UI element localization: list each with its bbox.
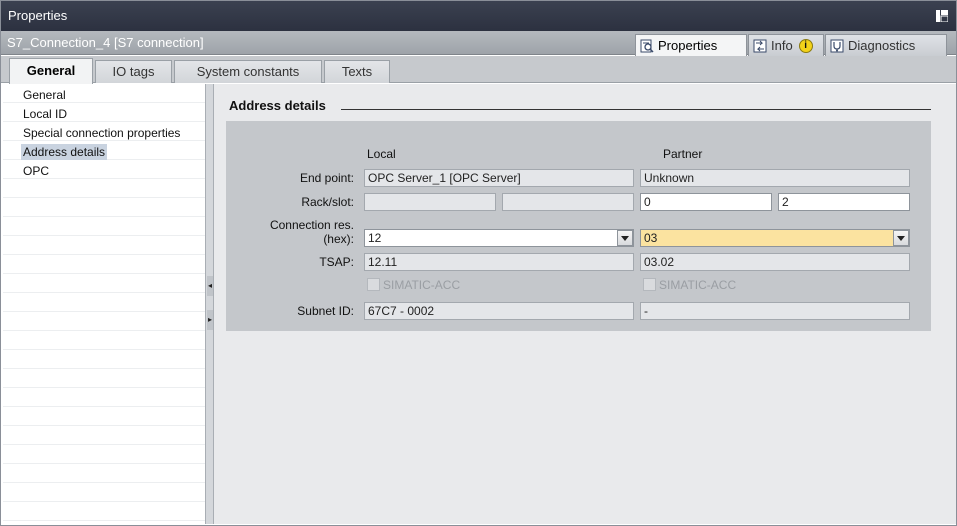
nav-item-special-connection-properties[interactable]: Special connection properties [21,125,182,141]
properties-window: Properties S7_Connection_4 [S7 connectio… [0,0,957,526]
nav-item-address-details[interactable]: Address details [21,144,108,160]
rack-local-field [364,193,496,211]
tab-diagnostics[interactable]: Diagnostics [825,34,947,56]
connection-res-partner-value: 03 [644,231,658,245]
nav-item-opc[interactable]: OPC [21,163,51,179]
end-point-local-field: OPC Server_1 [OPC Server] [364,169,634,187]
tab-general[interactable]: General [9,58,93,84]
subnet-id-label: Subnet ID: [297,304,354,318]
subnet-id-partner-field: - [640,302,910,320]
collapse-left-arrow-icon[interactable]: ◂ [207,276,213,296]
area-navigation: General Local ID Special connection prop… [3,84,205,524]
simatic-acc-partner-label: SIMATIC-ACC [659,278,737,292]
rack-partner-input[interactable]: 0 [640,193,772,211]
column-header-partner: Partner [663,147,703,161]
connection-res-local-dropdown[interactable] [617,230,633,246]
diagnostics-icon [830,39,844,52]
tab-texts[interactable]: Texts [324,60,390,83]
properties-icon [640,39,654,53]
window-title: Properties [8,8,68,23]
tab-info[interactable]: Info i [748,34,824,56]
slot-local-field [502,193,634,211]
nav-splitter[interactable]: ◂ ▸ [205,84,214,524]
info-badge-icon: i [798,38,813,53]
tab-info-label: Info [771,38,793,53]
section-divider [341,109,931,110]
slot-partner-input[interactable]: 2 [778,193,910,211]
end-point-partner-field: Unknown [640,169,910,187]
connection-res-local-select[interactable]: 12 [364,229,634,247]
tab-system-constants[interactable]: System constants [174,60,322,83]
tsap-local-field: 12.11 [364,253,634,271]
subnet-id-local-field: 67C7 - 0002 [364,302,634,320]
connection-res-label: Connection res. (hex): [236,218,354,246]
simatic-acc-local-checkbox[interactable] [367,278,380,291]
column-header-local: Local [367,147,396,161]
nav-item-general[interactable]: General [21,87,68,103]
tab-diagnostics-label: Diagnostics [848,38,916,53]
tab-properties-label: Properties [658,38,718,53]
object-name: S7_Connection_4 [S7 connection] [7,35,204,50]
expand-right-arrow-icon[interactable]: ▸ [207,310,213,330]
connection-res-label-line2: (hex): [323,232,354,246]
connection-res-local-value: 12 [368,231,382,245]
simatic-acc-partner-checkbox[interactable] [643,278,656,291]
tab-io-tags[interactable]: IO tags [95,60,172,83]
tsap-partner-field: 03.02 [640,253,910,271]
info-arrows-icon [753,39,767,52]
end-point-label: End point: [299,171,354,185]
section-title: Address details [229,98,326,113]
section-tab-bar: General IO tags System constants Texts [1,56,956,84]
pin-icon[interactable] [936,10,948,22]
chevron-down-icon [621,236,629,241]
connection-res-partner-select[interactable]: 03 [640,229,910,247]
tab-properties[interactable]: Properties [635,34,747,56]
address-details-panel: Local Partner End point: OPC Server_1 [O… [226,121,931,331]
tsap-label: TSAP: [319,255,354,269]
content-area: Address details Local Partner End point:… [214,84,956,524]
rack-slot-label: Rack/slot: [301,195,354,209]
connection-res-partner-dropdown[interactable] [893,230,909,246]
connection-res-label-line1: Connection res. [269,218,354,232]
chevron-down-icon [897,236,905,241]
nav-item-local-id[interactable]: Local ID [21,106,69,122]
object-bar: S7_Connection_4 [S7 connection] Properti… [1,31,956,56]
simatic-acc-local-label: SIMATIC-ACC [383,278,461,292]
title-bar: Properties [1,1,956,31]
